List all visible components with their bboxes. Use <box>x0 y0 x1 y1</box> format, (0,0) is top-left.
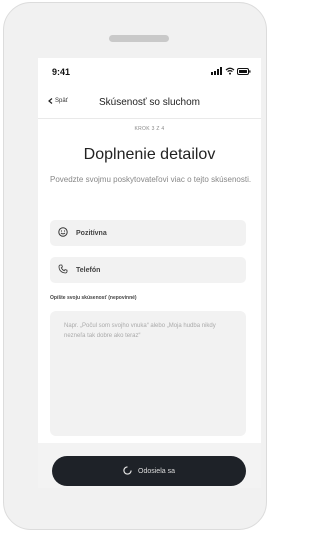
page-title: Skúsenosť so sluchom <box>98 97 201 108</box>
status-icons <box>211 67 251 75</box>
status-time: 9:41 <box>52 67 71 77</box>
navigation-bar: Späť Skúsenosť so sluchom <box>38 92 261 114</box>
phone-bottom-bezel <box>38 488 261 506</box>
section-description: Povedzte svojmu poskytovateľovi viac o t… <box>50 175 252 184</box>
step-indicator: KROK 3 Z 4 <box>134 126 165 132</box>
nav-divider <box>38 118 261 119</box>
cellular-signal-icon <box>211 67 222 75</box>
experience-textarea[interactable]: Napr. „Počul som svojho vnuka“ alebo „Mo… <box>50 311 246 436</box>
wifi-icon <box>225 67 235 75</box>
sentiment-field[interactable]: Pozitívna <box>50 220 246 246</box>
status-bar: 9:41 <box>38 58 261 88</box>
app-screen: 9:41 Späť Skúsenosť so sluchom KROK 3 Z … <box>38 58 261 488</box>
sentiment-label: Pozitívna <box>76 229 107 237</box>
submit-label: Odosiela sa <box>138 467 175 475</box>
battery-icon <box>237 67 251 75</box>
section-heading: Doplnenie detailov <box>83 146 216 163</box>
situation-field[interactable]: Telefón <box>50 257 246 283</box>
phone-speaker <box>109 35 169 42</box>
situation-label: Telefón <box>76 266 101 274</box>
experience-label: Opíšte svoju skúsenosť (nepovinné) <box>50 295 137 301</box>
smiley-icon <box>58 224 68 242</box>
loading-spinner-icon <box>123 465 132 477</box>
submit-button[interactable]: Odosiela sa <box>52 456 246 486</box>
phone-icon <box>58 261 68 279</box>
experience-placeholder: Napr. „Počul som svojho vnuka“ alebo „Mo… <box>64 323 216 339</box>
